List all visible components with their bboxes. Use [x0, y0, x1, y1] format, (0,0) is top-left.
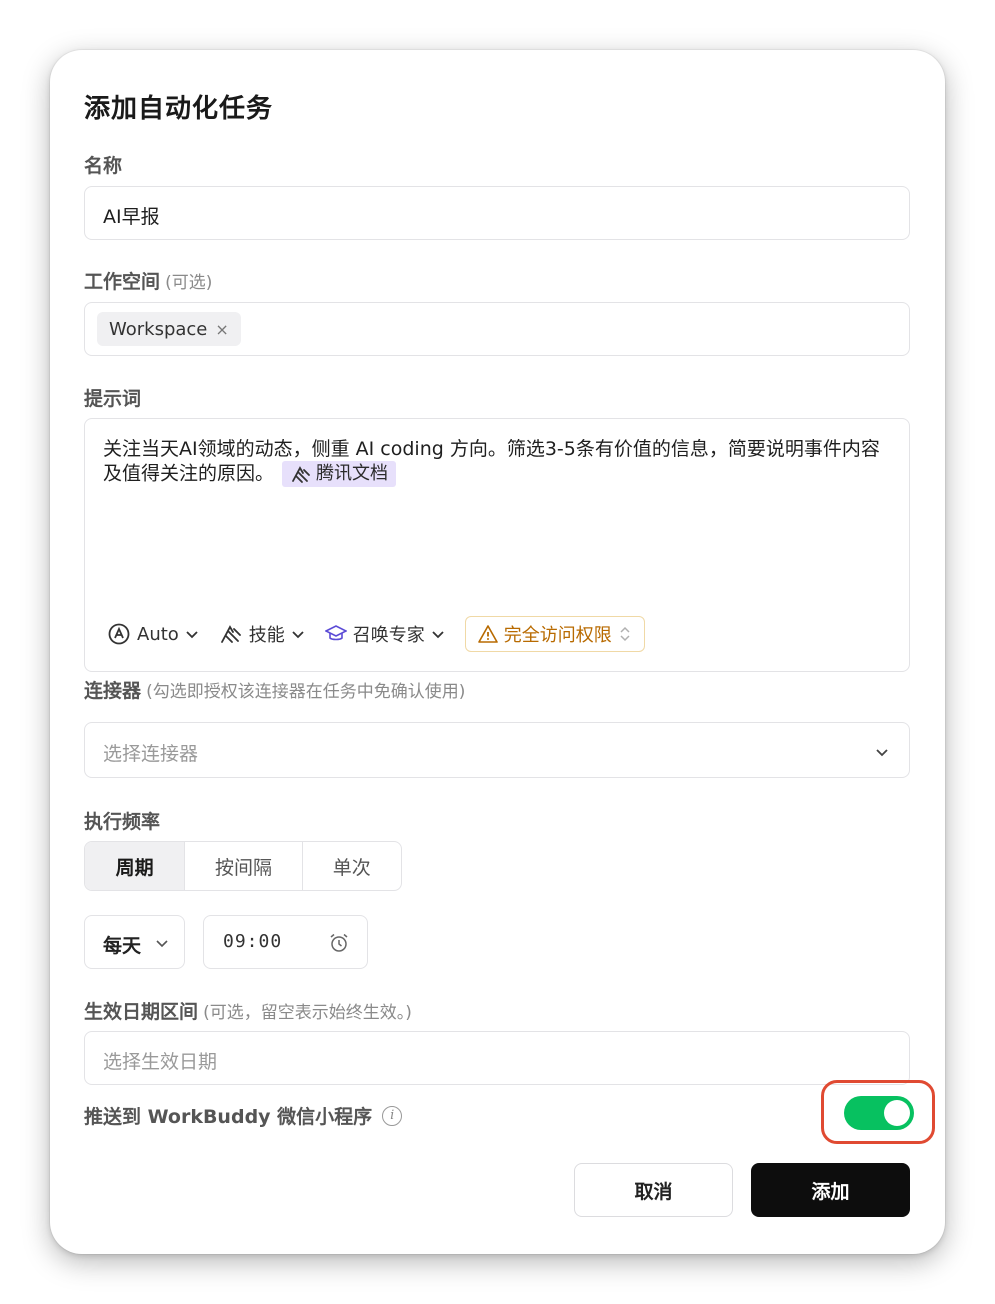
model-label: Auto [137, 623, 179, 645]
date-range-hint: (可选，留空表示始终生效。) [203, 1003, 412, 1023]
workspace-tag-label: Workspace [109, 318, 208, 340]
skills-selector[interactable]: 技能 [219, 621, 305, 647]
chevron-down-icon [186, 631, 198, 639]
updown-chevron-icon [620, 626, 630, 642]
tab-interval[interactable]: 按间隔 [185, 842, 303, 890]
date-range-input[interactable]: 选择生效日期 [84, 1031, 910, 1085]
auto-model-icon [108, 623, 130, 645]
access-label: 完全访问权限 [503, 625, 612, 646]
workspace-hint: (可选) [165, 273, 213, 293]
info-icon[interactable]: i [382, 1105, 403, 1126]
name-label: 名称 [84, 155, 123, 177]
chevron-down-icon [156, 940, 168, 948]
name-input-value: AI早报 [103, 206, 160, 228]
dialog-title: 添加自动化任务 [84, 94, 274, 124]
skills-icon [220, 625, 241, 643]
chevron-down-icon [876, 749, 888, 757]
tab-once[interactable]: 单次 [303, 842, 401, 890]
expert-cap-icon [324, 625, 347, 641]
add-button[interactable]: 添加 [751, 1163, 910, 1217]
warning-icon [477, 625, 498, 643]
workspace-select[interactable]: Workspace × [84, 302, 910, 356]
access-permission-button[interactable]: 完全访问权限 [464, 616, 645, 652]
time-picker[interactable]: 09:00 [203, 915, 368, 969]
workspace-label-row: 工作空间 (可选) [84, 267, 212, 294]
prompt-toolbar: Auto 技能 召唤专家 完全访问权限 [107, 616, 645, 652]
date-range-label-row: 生效日期区间 (可选，留空表示始终生效。) [84, 997, 412, 1024]
skills-icon [292, 466, 310, 483]
repeat-value: 每天 [103, 935, 142, 957]
model-selector[interactable]: Auto [107, 622, 199, 646]
connector-hint: (勾选即授权该连接器在任务中免确认使用) [146, 682, 466, 702]
chevron-down-icon [432, 631, 444, 639]
frequency-tabs: 周期 按间隔 单次 [84, 841, 402, 891]
cancel-button[interactable]: 取消 [574, 1163, 733, 1217]
chevron-down-icon [292, 631, 304, 639]
toggle-knob [884, 1100, 910, 1126]
prompt-text: 关注当天AI领域的动态，侧重 AI coding 方向。筛选3-5条有价值的信息… [103, 438, 880, 485]
doc-chip-label: 腾讯文档 [316, 463, 389, 484]
stage: 添加自动化任务 名称 AI早报 工作空间 (可选) Workspace × 提示… [0, 0, 995, 1304]
push-toggle[interactable] [844, 1096, 914, 1130]
add-task-dialog: 添加自动化任务 名称 AI早报 工作空间 (可选) Workspace × 提示… [50, 50, 945, 1254]
push-row: 推送到 WorkBuddy 微信小程序 i [84, 1102, 403, 1129]
close-icon[interactable]: × [215, 320, 228, 339]
connector-placeholder: 选择连接器 [103, 743, 199, 765]
name-input[interactable]: AI早报 [84, 186, 910, 240]
repeat-select[interactable]: 每天 [84, 915, 185, 969]
date-range-placeholder: 选择生效日期 [103, 1051, 218, 1073]
experts-selector[interactable]: 召唤专家 [324, 621, 445, 647]
workspace-tag: Workspace × [97, 312, 241, 346]
experts-label: 召唤专家 [352, 625, 425, 646]
connector-label-row: 连接器 (勾选即授权该连接器在任务中免确认使用) [84, 676, 465, 703]
date-range-label: 生效日期区间 [84, 1001, 199, 1023]
frequency-label: 执行频率 [84, 811, 161, 833]
connector-label: 连接器 [84, 680, 142, 702]
connector-select[interactable]: 选择连接器 [84, 722, 910, 778]
tab-cycle[interactable]: 周期 [85, 842, 186, 890]
prompt-editor[interactable]: 关注当天AI领域的动态，侧重 AI coding 方向。筛选3-5条有价值的信息… [84, 418, 910, 672]
workspace-label: 工作空间 [84, 271, 161, 293]
skills-label: 技能 [248, 625, 285, 646]
prompt-text-block: 关注当天AI领域的动态，侧重 AI coding 方向。筛选3-5条有价值的信息… [103, 437, 893, 487]
time-value: 09:00 [223, 931, 283, 952]
alarm-clock-icon [330, 933, 348, 952]
toggle-highlight-ring [821, 1080, 935, 1144]
prompt-label: 提示词 [84, 388, 142, 410]
doc-chip[interactable]: 腾讯文档 [282, 461, 397, 487]
push-label: 推送到 WorkBuddy 微信小程序 [84, 1106, 373, 1128]
